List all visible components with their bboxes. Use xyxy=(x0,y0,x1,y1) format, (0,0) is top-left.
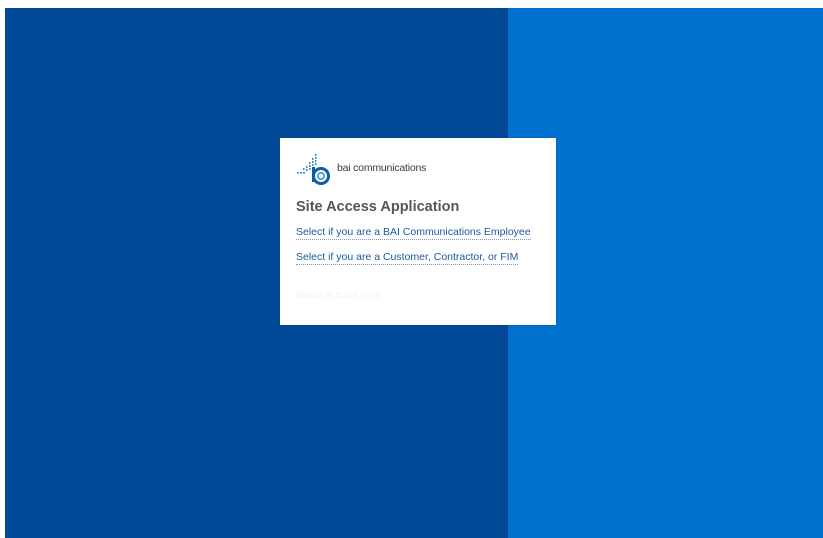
page: bai communications Site Access Applicati… xyxy=(0,0,823,538)
access-card: bai communications Site Access Applicati… xyxy=(280,138,556,325)
company-logo: bai communications xyxy=(295,150,426,186)
employee-link[interactable]: Select if you are a BAI Communications E… xyxy=(296,226,531,240)
page-title: Site Access Application xyxy=(296,199,460,215)
faint-return-link[interactable]: Return to home page xyxy=(296,290,381,300)
company-name: bai communications xyxy=(337,162,427,174)
app-frame: bai communications Site Access Applicati… xyxy=(5,8,823,538)
bai-logo-icon xyxy=(295,150,333,186)
customer-contractor-link[interactable]: Select if you are a Customer, Contractor… xyxy=(296,251,519,265)
